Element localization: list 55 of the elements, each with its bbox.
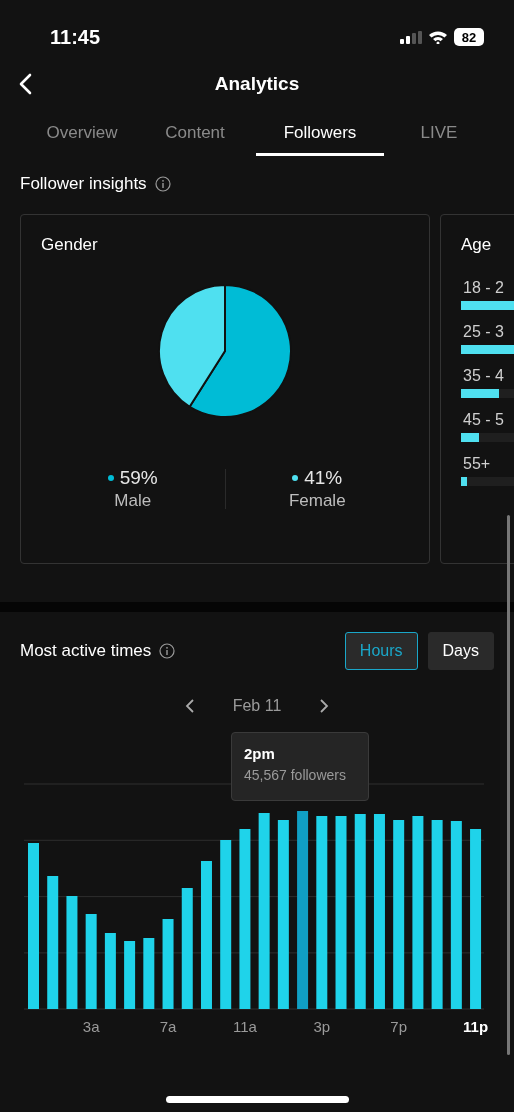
toggle-button[interactable]: Hours (344, 632, 418, 670)
age-label: 25 - 3 (463, 323, 504, 341)
axis-label: 3p (313, 1018, 331, 1035)
chart-bar[interactable] (104, 933, 116, 1009)
axis-label: 7p (390, 1018, 407, 1035)
age-label: 35 - 4 (463, 367, 504, 385)
chart-bar[interactable] (181, 888, 193, 1009)
section-title: Most active times (20, 641, 152, 661)
toggle-button[interactable]: Days (427, 632, 494, 670)
chart-bar[interactable] (470, 829, 482, 1009)
axis-label: 11p (463, 1018, 489, 1035)
chart-bar[interactable] (220, 840, 232, 1009)
tooltip-count: 45,567 followers (244, 767, 347, 783)
card-title: Age (461, 235, 492, 255)
tab[interactable]: Followers (256, 112, 384, 156)
page-title: Analytics (214, 73, 300, 95)
age-label: 55+ (463, 455, 491, 473)
chart-bar[interactable] (143, 938, 155, 1009)
battery-indicator: 82 (454, 28, 484, 46)
chart-bar[interactable] (258, 813, 270, 1009)
tab[interactable]: Content (134, 112, 256, 156)
chart-bar[interactable] (373, 814, 385, 1009)
legend-value: 59% (119, 467, 158, 489)
chart-bar[interactable] (124, 941, 136, 1009)
status-time: 11:45 (50, 25, 101, 49)
card-title: Gender (41, 235, 98, 255)
info-icon[interactable] (159, 643, 176, 659)
age-label: 18 - 2 (463, 279, 504, 297)
chart-bar[interactable] (316, 816, 328, 1009)
chart-bar[interactable] (431, 820, 443, 1009)
axis-label: 7a (159, 1018, 177, 1035)
age-label: 45 - 5 (463, 411, 504, 429)
axis-label: 3a (82, 1018, 100, 1035)
legend-label: Male (114, 491, 152, 511)
chart-bar[interactable] (393, 820, 405, 1009)
back-icon[interactable] (18, 73, 32, 95)
info-icon[interactable] (154, 176, 171, 192)
legend-value: 41% (304, 467, 343, 489)
wifi-icon (428, 30, 448, 44)
section-title: Follower insights (20, 174, 147, 194)
date-label: Feb 11 (232, 697, 282, 715)
chart-bar[interactable] (85, 914, 97, 1009)
next-icon[interactable] (319, 699, 330, 713)
tab[interactable]: Overview (30, 112, 134, 156)
chart-bar[interactable] (354, 814, 366, 1009)
axis-label: 11a (232, 1018, 257, 1035)
legend-label: Female (288, 491, 346, 511)
tab[interactable]: LIVE (384, 112, 494, 156)
chart-bar[interactable] (277, 820, 289, 1009)
tooltip-time: 2pm (244, 745, 276, 762)
chart-bar[interactable] (297, 811, 309, 1009)
chart-bar[interactable] (450, 821, 462, 1009)
previous-icon[interactable] (184, 699, 195, 713)
signal-icon (400, 30, 422, 44)
chart-bar[interactable] (47, 876, 59, 1009)
